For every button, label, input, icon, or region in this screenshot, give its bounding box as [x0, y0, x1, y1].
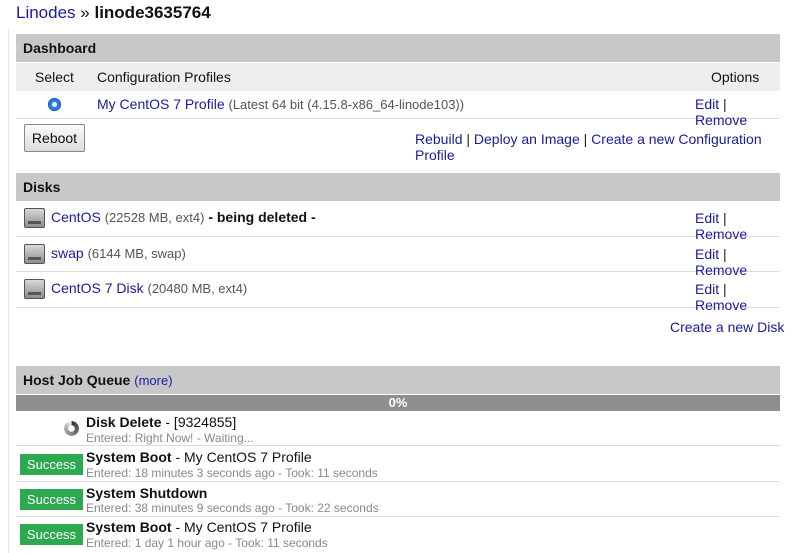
- profile-row: My CentOS 7 Profile (Latest 64 bit (4.15…: [16, 91, 780, 128]
- loading-spinner-icon: [64, 421, 79, 436]
- job-meta: Entered: 1 day 1 hour ago - Took: 11 sec…: [86, 536, 328, 550]
- job-title: System Boot - My CentOS 7 Profile: [86, 449, 312, 465]
- disk-info: (20480 MB, ext4): [147, 281, 248, 296]
- job-name: System Shutdown: [86, 485, 208, 501]
- pipe: |: [723, 246, 727, 262]
- col-configuration-profiles: Configuration Profiles: [97, 69, 231, 85]
- dashboard-actions: Rebuild | Deploy an Image | Create a new…: [415, 131, 796, 163]
- deploy-image-link[interactable]: Deploy an Image: [474, 131, 580, 147]
- job-title: System Shutdown: [86, 485, 207, 501]
- breadcrumb-linodes-link[interactable]: Linodes: [16, 3, 76, 22]
- job-meta: Entered: 38 minutes 9 seconds ago - Took…: [86, 501, 379, 515]
- success-badge: Success: [20, 524, 83, 545]
- job-title: System Boot - My CentOS 7 Profile: [86, 519, 312, 535]
- profile-edit-link[interactable]: Edit: [695, 96, 719, 112]
- job-name: Disk Delete: [86, 414, 162, 430]
- breadcrumb-current: linode3635764: [94, 3, 211, 22]
- job-queue-title: Host Job Queue: [23, 372, 131, 388]
- job-title: Disk Delete - [9324855]: [86, 414, 236, 430]
- disk-edit-link[interactable]: Edit: [695, 210, 719, 226]
- pipe: |: [723, 96, 727, 112]
- job-divider: [16, 481, 780, 482]
- pipe: |: [466, 131, 471, 147]
- job-subtitle: - [9324855]: [161, 414, 237, 430]
- rebuild-link[interactable]: Rebuild: [415, 131, 462, 147]
- reboot-button[interactable]: Reboot: [24, 124, 85, 152]
- job-divider: [16, 445, 780, 446]
- job-queue-more-link[interactable]: (more): [134, 373, 172, 388]
- disk-icon: [24, 279, 45, 299]
- job-progress-bar: 0%: [16, 395, 780, 411]
- dashboard-header: Dashboard: [16, 34, 780, 62]
- disk-edit-link[interactable]: Edit: [695, 281, 719, 297]
- job-queue-header: Host Job Queue (more): [16, 366, 780, 394]
- create-disk-link[interactable]: Create a new Disk: [670, 319, 784, 335]
- disk-remove-link[interactable]: Remove: [695, 297, 747, 313]
- profile-detail: (Latest 64 bit (4.15.8-x86_64-linode103)…: [228, 97, 465, 112]
- success-badge: Success: [20, 454, 83, 475]
- disk-icon: [24, 208, 45, 228]
- dashboard-column-headers: Select Configuration Profiles Options: [16, 63, 780, 91]
- left-border: [8, 28, 9, 553]
- profile-radio[interactable]: [48, 98, 61, 111]
- disk-info: (6144 MB, swap): [87, 246, 186, 261]
- pipe: |: [723, 281, 727, 297]
- disk-edit-link[interactable]: Edit: [695, 246, 719, 262]
- job-meta: Entered: 18 minutes 3 seconds ago - Took…: [86, 466, 378, 480]
- disk-link[interactable]: swap: [51, 245, 84, 261]
- pipe: |: [583, 131, 588, 147]
- job-name: System Boot: [86, 519, 172, 535]
- disk-row: swap (6144 MB, swap) Edit | Remove: [16, 237, 780, 278]
- disk-status: - being deleted -: [208, 209, 316, 225]
- profile-remove-link[interactable]: Remove: [695, 112, 747, 128]
- job-divider: [16, 516, 780, 517]
- disk-row: CentOS 7 Disk (20480 MB, ext4) Edit | Re…: [16, 272, 780, 313]
- job-name: System Boot: [86, 449, 172, 465]
- job-subtitle: - My CentOS 7 Profile: [171, 449, 312, 465]
- breadcrumb-separator: »: [75, 3, 95, 22]
- col-options: Options: [711, 69, 760, 85]
- job-subtitle: - My CentOS 7 Profile: [171, 519, 312, 535]
- disk-row: CentOS (22528 MB, ext4) - being deleted …: [16, 201, 780, 242]
- disk-link[interactable]: CentOS: [51, 209, 101, 225]
- job-meta: Entered: Right Now! - Waiting...: [86, 431, 254, 445]
- disks-header: Disks: [16, 173, 780, 201]
- disk-link[interactable]: CentOS 7 Disk: [51, 280, 144, 296]
- pipe: |: [723, 210, 727, 226]
- profile-link[interactable]: My CentOS 7 Profile: [97, 96, 225, 112]
- breadcrumb: Linodes » linode3635764: [16, 3, 211, 23]
- col-select: Select: [35, 69, 74, 85]
- success-badge: Success: [20, 489, 83, 510]
- disk-icon: [24, 244, 45, 264]
- disk-info: (22528 MB, ext4): [104, 210, 205, 225]
